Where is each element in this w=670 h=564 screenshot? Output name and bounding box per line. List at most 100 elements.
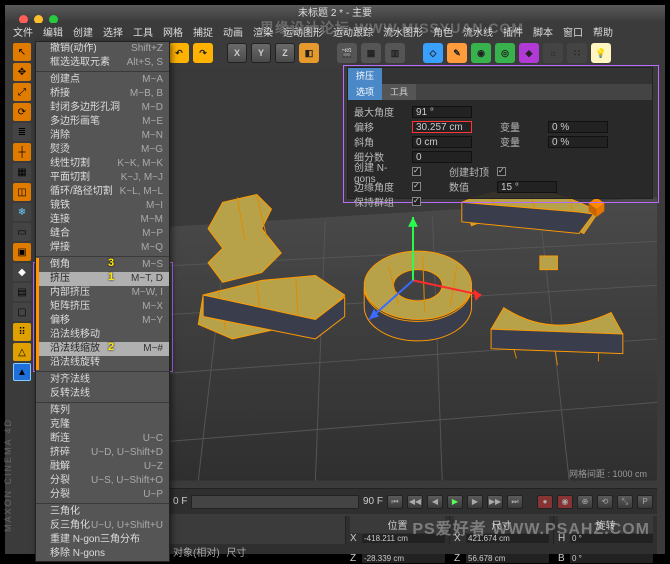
timeline-track[interactable] [191,495,359,509]
attr-value[interactable]: 0 % [548,121,608,133]
menu-选择[interactable]: 选择 [103,24,123,39]
key-pos-icon[interactable]: ⊕ [577,495,593,509]
xray-icon[interactable]: ◫ [13,183,31,201]
polygons-mode-icon[interactable]: ▲ [13,363,31,381]
menu-item[interactable]: 熨烫M~G [36,143,169,157]
menu-item[interactable]: 撤销(动作)Shift+Z [36,42,169,56]
menu-流水图形[interactable]: 流水图形 [383,24,423,39]
render-icon[interactable]: ▦ [361,43,381,63]
model-mode-icon[interactable]: ◆ [13,263,31,281]
make-editable-icon[interactable]: ▣ [13,243,31,261]
attr-checkbox[interactable] [412,197,421,206]
tab-tool[interactable]: 工具 [382,84,416,100]
workplane-icon[interactable]: ▭ [13,223,31,241]
texture-mode-icon[interactable]: ▤ [13,283,31,301]
generator-icon[interactable]: ◉ [471,43,491,63]
snap-icon[interactable]: ❄ [13,203,31,221]
menu-item[interactable]: 线性切割K~K, M~K [36,157,169,171]
attr-value[interactable]: 0 % [548,136,608,148]
menu-运动图形[interactable]: 运动图形 [283,24,323,39]
menu-item[interactable]: 镜铁M~I [36,199,169,213]
axis-x-button[interactable]: X [227,43,247,63]
rot-b[interactable]: 0 ° [570,554,653,563]
menu-item[interactable]: 偏移M~Y [36,314,169,328]
rotate-icon[interactable]: ⟳ [13,103,31,121]
rot-h[interactable]: 0 ° [570,534,653,543]
primitive-cube-icon[interactable]: ◇ [423,43,443,63]
menu-item[interactable]: 分裂U~S, U~Shift+O [36,474,169,488]
menu-网格[interactable]: 网格 [163,24,183,39]
goto-end-icon[interactable]: ⏭ [507,495,523,509]
menu-文件[interactable]: 文件 [13,24,33,39]
next-frame-icon[interactable]: ▶ [467,495,483,509]
axis-y-button[interactable]: Y [251,43,271,63]
menu-item[interactable]: 反转法线 [36,387,169,401]
menu-item[interactable]: 消除M~N [36,129,169,143]
menu-运动跟踪[interactable]: 运动跟踪 [333,24,373,39]
attr-checkbox[interactable] [412,167,421,176]
attr-value[interactable]: 0 cm [412,136,472,148]
menu-item[interactable]: 克隆 [36,418,169,432]
redo-icon[interactable]: ↷ [193,43,213,63]
menu-item[interactable]: 封闭多边形孔洞M~D [36,101,169,115]
prev-frame-icon[interactable]: ◀ [427,495,443,509]
generator2-icon[interactable]: ◎ [495,43,515,63]
locked-icon[interactable]: ▦ [13,163,31,181]
menu-角色[interactable]: 角色 [433,24,453,39]
prev-key-icon[interactable]: ◀◀ [407,495,423,509]
history-icon[interactable]: ≣ [13,123,31,141]
clapper-icon[interactable]: 🎬 [337,43,357,63]
attr-value[interactable]: 91 ° [412,106,472,118]
menu-item[interactable]: 三角化 [36,505,169,519]
menu-item[interactable]: 挤碎U~D, U~Shift+D [36,446,169,460]
menu-item[interactable]: 重建 N-gon三角分布 [36,533,169,547]
menu-item[interactable]: 多边形画笔M~E [36,115,169,129]
autokey-icon[interactable]: ◉ [557,495,573,509]
axis-icon[interactable]: ┼ [13,143,31,161]
camera-icon[interactable]: ∷ [567,43,587,63]
edges-mode-icon[interactable]: △ [13,343,31,361]
menu-item[interactable]: 阵列 [36,404,169,418]
menu-item[interactable]: 创建点M~A [36,73,169,87]
key-param-icon[interactable]: P [637,495,653,509]
menu-item[interactable]: 桥接M~B, B [36,87,169,101]
menu-item[interactable]: 缝合M~P [36,227,169,241]
menu-item[interactable]: 焊接M~Q [36,241,169,255]
menu-item[interactable]: 断连U~C [36,432,169,446]
menu-创建[interactable]: 创建 [73,24,93,39]
pen-icon[interactable]: ✎ [447,43,467,63]
menu-流水线[interactable]: 流水线 [463,24,493,39]
menu-item[interactable]: 框选选取元素Alt+S, S [36,56,169,70]
menu-item[interactable]: 矩阵挤压M~X [36,300,169,314]
menu-item[interactable]: 融解U~Z [36,460,169,474]
key-scale-icon[interactable]: ⤡ [617,495,633,509]
menu-工具[interactable]: 工具 [133,24,153,39]
menu-item[interactable]: 平面切割K~J, M~J [36,171,169,185]
menu-item[interactable]: 循环/路径切割K~L, M~L [36,185,169,199]
goto-start-icon[interactable]: ⏮ [387,495,403,509]
timeline[interactable]: 0 F 90 F ⏮ ◀◀ ◀ ▶ ▶ ▶▶ ⏭ ● ◉ ⊕ ⟲ ⤡ P [169,488,657,514]
menu-窗口[interactable]: 窗口 [563,24,583,39]
menu-item[interactable]: 连接M~M [36,213,169,227]
menu-item[interactable]: 沿法线缩放M~#2 [36,342,169,356]
menu-渲染[interactable]: 渲染 [253,24,273,39]
record-icon[interactable]: ● [537,495,553,509]
menu-item[interactable]: 沿法线移动 [36,328,169,342]
menu-动画[interactable]: 动画 [223,24,243,39]
light-icon[interactable]: 💡 [591,43,611,63]
scale-icon[interactable]: ⤢ [13,83,31,101]
next-key-icon[interactable]: ▶▶ [487,495,503,509]
cube-icon[interactable]: ◧ [299,43,319,63]
attr-value[interactable]: 30.257 cm [412,121,472,133]
size-x[interactable]: 421.674 cm [466,534,549,543]
play-icon[interactable]: ▶ [447,495,463,509]
menu-item[interactable]: 对齐法线 [36,373,169,387]
menu-item[interactable]: 沿法线旋转 [36,356,169,370]
attr-value[interactable]: 15 ° [497,181,557,193]
mesh-context-menu[interactable]: 撤销(动作)Shift+Z框选选取元素Alt+S, S 创建点M~A桥接M~B, … [35,41,170,562]
size-z[interactable]: 56.678 cm [466,554,549,563]
move-icon[interactable]: ✥ [13,63,31,81]
key-rot-icon[interactable]: ⟲ [597,495,613,509]
tab-extrude[interactable]: 挤压 [348,68,382,84]
undo-icon[interactable]: ↶ [169,43,189,63]
